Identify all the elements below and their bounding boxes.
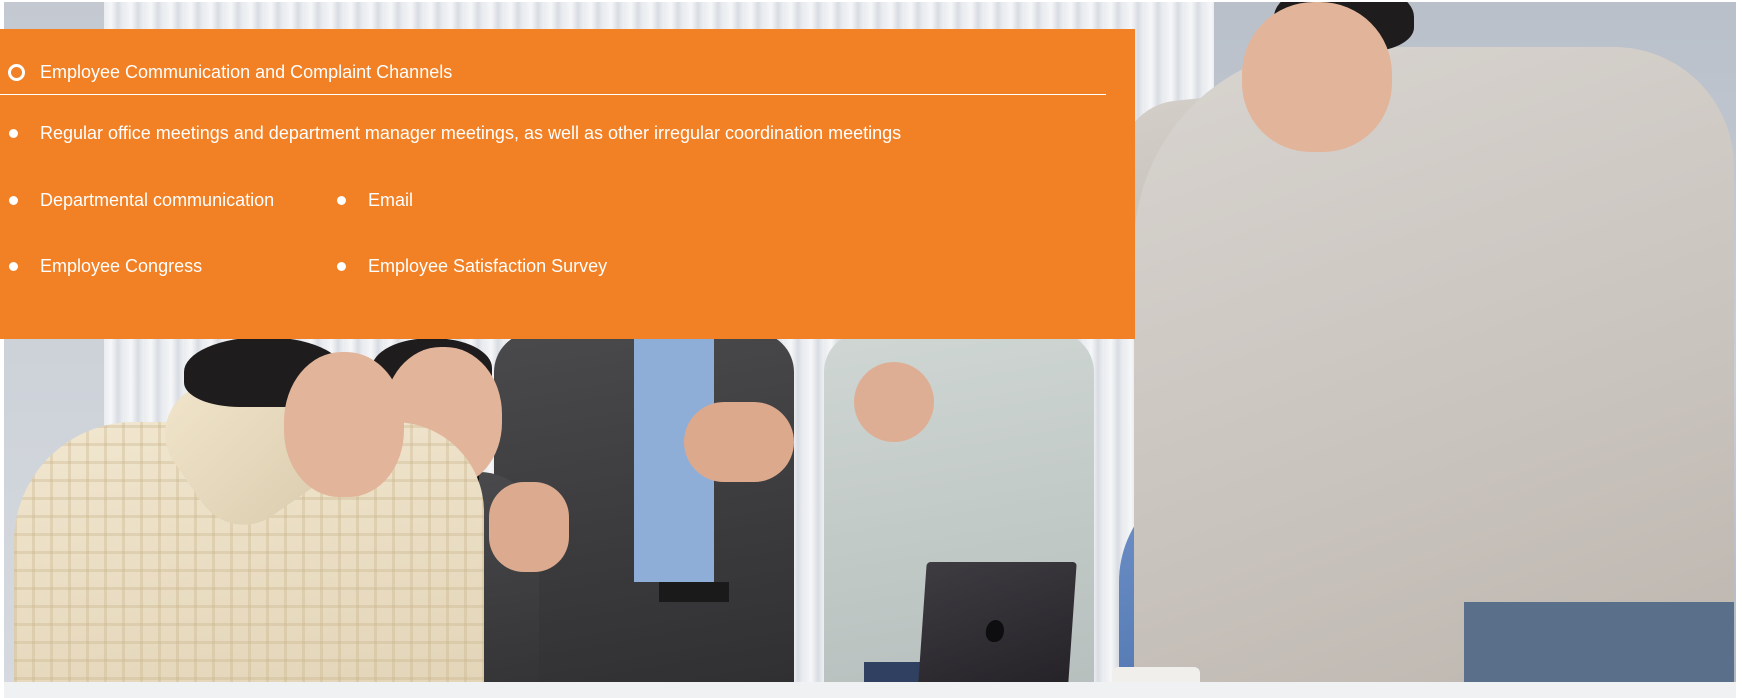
bullet-dot-icon <box>9 128 18 138</box>
apple-logo-icon <box>985 620 1005 642</box>
list-item-email: Email <box>337 189 413 211</box>
list-item-departmental-communication: Departmental communication <box>9 189 274 211</box>
bullet-dot-icon <box>337 261 346 271</box>
list-item-label: Departmental communication <box>40 190 275 210</box>
list-item-satisfaction-survey: Employee Satisfaction Survey <box>337 255 607 277</box>
header-divider <box>0 94 1106 95</box>
list-item-meetings: Regular office meetings and department m… <box>9 122 901 144</box>
list-item-label: Email <box>368 190 414 210</box>
bullet-dot-icon <box>337 195 346 205</box>
communication-channels-panel: Employee Communication and Complaint Cha… <box>0 29 1135 339</box>
panel-title: Employee Communication and Complaint Cha… <box>40 62 453 82</box>
ring-icon <box>8 63 25 81</box>
list-item-employee-congress: Employee Congress <box>9 255 202 277</box>
laptop <box>917 562 1077 698</box>
table-top <box>4 682 1736 698</box>
panel-header: Employee Communication and Complaint Cha… <box>8 61 452 83</box>
list-item-label: Employee Satisfaction Survey <box>368 256 608 276</box>
bullet-dot-icon <box>9 261 18 271</box>
bullet-dot-icon <box>9 195 18 205</box>
list-item-label: Employee Congress <box>40 256 203 276</box>
list-item-label: Regular office meetings and department m… <box>40 123 902 143</box>
